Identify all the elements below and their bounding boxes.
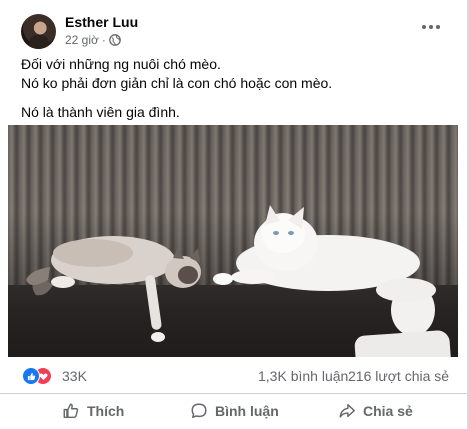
post-text-line: Đối với những ng nuôi chó mèo. — [21, 56, 221, 72]
reaction-icons[interactable] — [22, 367, 56, 385]
more-options-button[interactable] — [419, 17, 443, 37]
meta-separator: · — [101, 33, 106, 47]
thumbs-up-icon — [63, 403, 79, 419]
ragdoll-cat — [26, 236, 201, 342]
post-photo[interactable] — [8, 125, 458, 357]
white-cat — [213, 205, 436, 336]
globe-icon[interactable] — [109, 34, 121, 46]
author-name[interactable]: Esther Luu — [65, 14, 138, 30]
cats-illustration — [26, 205, 436, 342]
reactions-count[interactable]: 33K — [62, 368, 87, 384]
reactions-bar: 33K 1,3K bình luận 216 lượt chia sẻ — [0, 357, 467, 394]
post-actions: Thích Bình luận Chia sẻ — [0, 394, 467, 429]
post-text-line: Nó ko phải đơn giản chỉ là con chó hoặc … — [21, 75, 333, 91]
comments-count[interactable]: 1,3K bình luận — [258, 368, 348, 384]
share-icon — [339, 403, 355, 418]
like-button[interactable]: Thích — [62, 400, 124, 422]
more-dot — [429, 25, 433, 29]
post-meta: 22 giờ · — [65, 33, 121, 47]
comment-icon — [191, 403, 207, 419]
comment-button-label: Bình luận — [215, 403, 279, 419]
shares-count[interactable]: 216 lượt chia sẻ — [348, 368, 449, 384]
post-header: Esther Luu 22 giờ · — [0, 0, 467, 54]
post-text-line: Nó là thành viên gia đình. — [21, 104, 180, 120]
post-text: Đối với những ng nuôi chó mèo. Nó ko phả… — [21, 55, 451, 122]
like-reaction-icon — [22, 367, 40, 385]
like-button-label: Thích — [87, 403, 125, 419]
share-button-label: Chia sẻ — [363, 403, 413, 419]
more-dot — [436, 25, 440, 29]
share-button[interactable]: Chia sẻ — [338, 400, 413, 422]
comment-button[interactable]: Bình luận — [190, 400, 279, 422]
post-time[interactable]: 22 giờ — [65, 33, 99, 47]
post-card: Esther Luu 22 giờ · Đối với những ng nuô… — [0, 0, 469, 429]
more-horizontal-icon — [422, 25, 426, 29]
author-avatar[interactable] — [21, 14, 56, 49]
